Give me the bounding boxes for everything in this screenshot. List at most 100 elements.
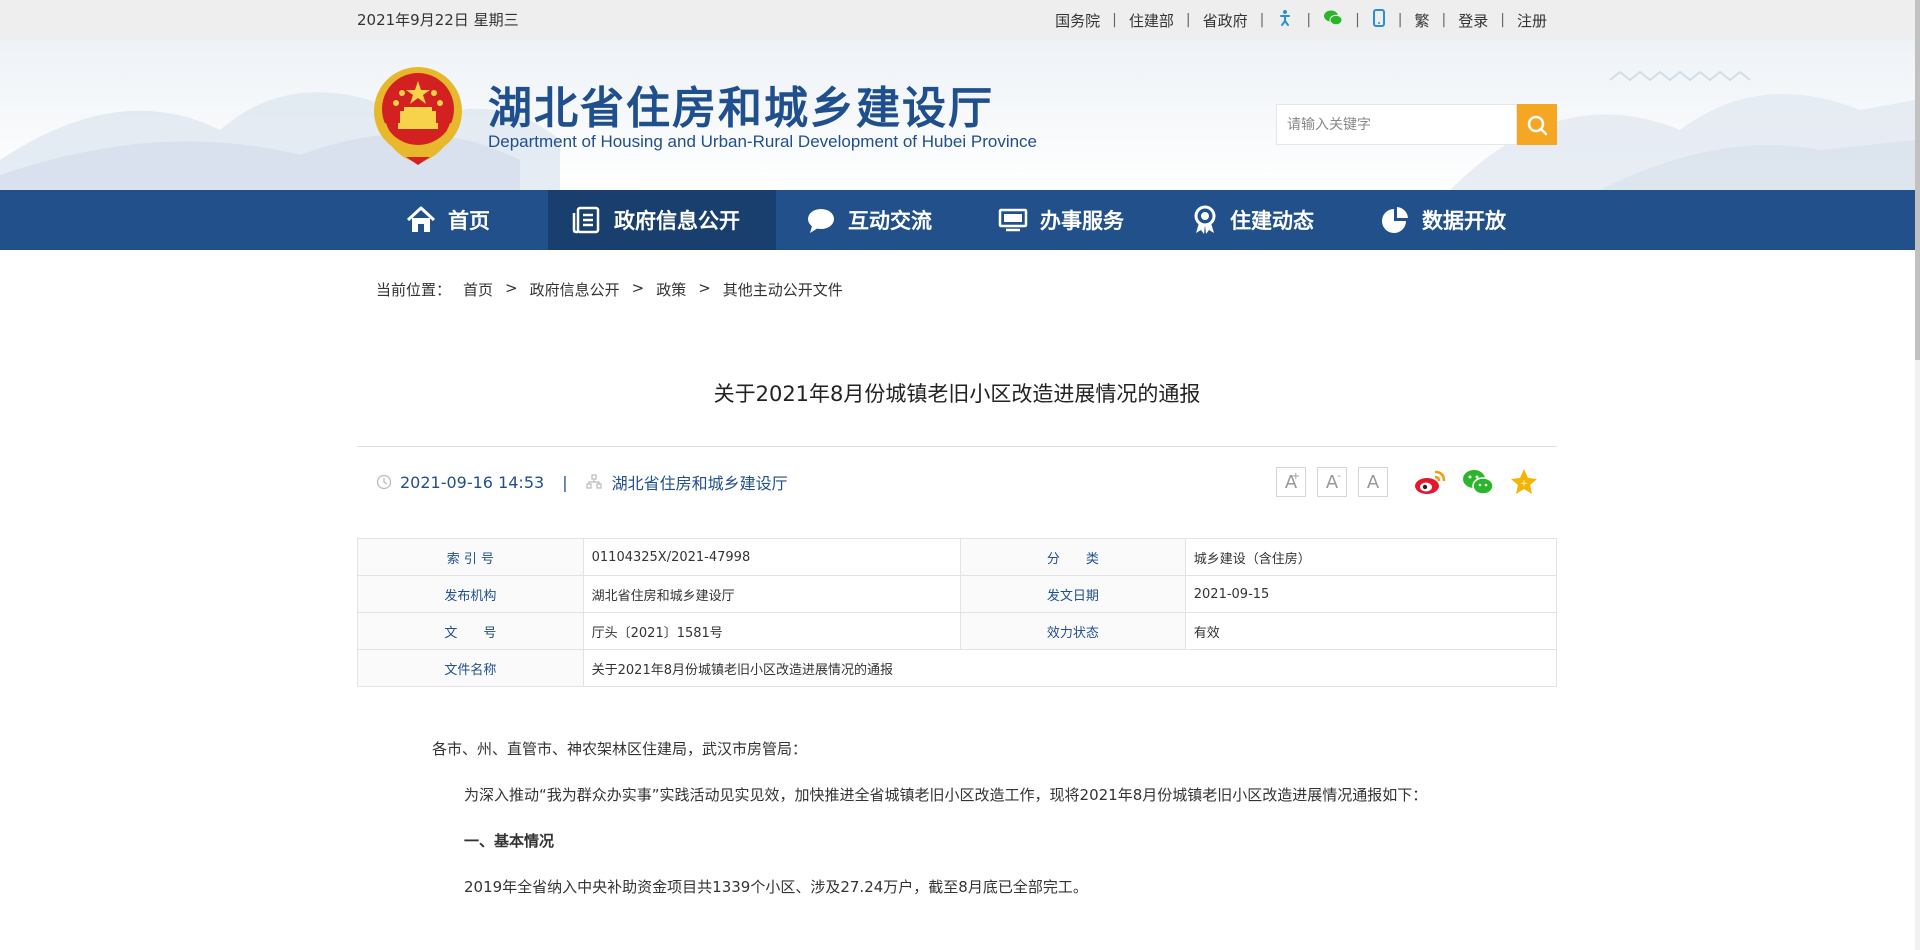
search-button[interactable]: [1517, 104, 1557, 145]
label-index-no: 索 引 号: [357, 538, 584, 576]
table-row: 发布机构 湖北省住房和城乡建设厅 发文日期 2021-09-15: [357, 575, 1558, 613]
weibo-icon[interactable]: [1413, 468, 1447, 496]
pie-chart-icon: [1382, 207, 1408, 233]
divider: |: [1185, 12, 1191, 28]
current-date: 2021年9月22日 星期三: [357, 11, 519, 29]
breadcrumb-prefix: 当前位置：: [376, 281, 452, 299]
breadcrumb-separator: >: [698, 279, 711, 297]
table-row: 文 号 厅头〔2021〕1581号 效力状态 有效: [357, 612, 1558, 650]
main-nav: 首页 政府信息公开 互动交流 办事服务 住建动态 数据开放: [0, 190, 1915, 250]
section-heading: 一、基本情况: [464, 832, 555, 850]
nav-item-home[interactable]: 首页: [406, 190, 490, 250]
table-row: 索 引 号 01104325X/2021-47998 分 类 城乡建设（含住房）: [357, 538, 1558, 576]
top-links: 国务院 | 住建部 | 省政府 | | | | 繁 | 登录 | 注册: [1055, 0, 1547, 40]
link-state-council[interactable]: 国务院: [1055, 10, 1100, 31]
document-icon: [572, 206, 600, 234]
label-doc-no: 文 号: [357, 612, 584, 650]
accessibility-icon[interactable]: [1276, 9, 1294, 31]
meta-divider: |: [562, 472, 568, 492]
chat-icon: [808, 209, 834, 233]
body-paragraph: 2019年全省纳入中央补助资金项目共1339个小区、涉及27.24万户，截至8月…: [464, 878, 1088, 896]
site-title[interactable]: 湖北省住房和城乡建设厅: [488, 72, 994, 136]
award-icon: [1194, 205, 1216, 234]
divider: |: [1112, 12, 1117, 28]
mobile-icon[interactable]: [1372, 9, 1386, 31]
breadcrumb-item-other-files[interactable]: 其他主动公开文件: [723, 279, 843, 300]
monitor-icon: [998, 208, 1028, 232]
label-issue-date: 发文日期: [960, 575, 1186, 613]
top-bar: 2021年9月22日 星期三 国务院 | 住建部 | 省政府 | | | | 繁…: [0, 0, 1915, 40]
wechat-icon[interactable]: [1323, 9, 1343, 31]
divider: |: [1259, 12, 1265, 28]
label-issuer: 发布机构: [357, 575, 584, 613]
page-scrollbar[interactable]: [1915, 0, 1920, 950]
nav-label: 住建动态: [1230, 209, 1314, 233]
breadcrumb-item-home[interactable]: 首页: [463, 279, 493, 300]
scrollbar-thumb[interactable]: [1915, 0, 1920, 360]
wechat-share-icon[interactable]: [1461, 468, 1495, 496]
nav-label: 互动交流: [848, 209, 932, 233]
intro-paragraph: 为深入推动“我为群众办实事”实践活动见实见效，加快推进全省城镇老旧小区改造工作，…: [464, 786, 1428, 804]
font-reset-label: A: [1366, 471, 1380, 493]
table-row: 文件名称 关于2021年8月份城镇老旧小区改造进展情况的通报: [357, 649, 1558, 687]
label-doc-name: 文件名称: [357, 649, 584, 687]
label-category: 分 类: [960, 538, 1186, 576]
font-decrease-label: A: [1325, 471, 1339, 493]
nav-label: 办事服务: [1040, 209, 1124, 233]
search-box: [1276, 104, 1557, 145]
nav-item-open-data[interactable]: 数据开放: [1380, 190, 1506, 250]
favorite-star-icon[interactable]: +: [1509, 467, 1539, 497]
divider: |: [1500, 12, 1505, 28]
title-divider: [357, 446, 1557, 447]
organization-icon: [585, 474, 602, 489]
font-increase-button[interactable]: A +: [1276, 467, 1306, 497]
article-body: 各市、州、直管市、神农架林区住建局，武汉市房管局： 为深入推动“我为群众办实事”…: [432, 734, 1484, 918]
article-title: 关于2021年8月份城镇老旧小区改造进展情况的通报: [713, 382, 1201, 406]
clock-icon: [376, 474, 392, 490]
nav-label: 数据开放: [1422, 209, 1506, 233]
link-register[interactable]: 注册: [1517, 10, 1547, 31]
value-doc-no: 厅头〔2021〕1581号: [582, 612, 962, 650]
home-icon: [406, 206, 436, 232]
site-header: 湖北省住房和城乡建设厅 Department of Housing and Ur…: [0, 40, 1915, 190]
nav-item-gov-info[interactable]: 政府信息公开: [548, 190, 776, 250]
article-meta: 2021-09-16 14:53 | 湖北省住房和城乡建设厅: [376, 470, 788, 494]
value-status: 有效: [1184, 612, 1558, 650]
nav-label: 首页: [448, 209, 490, 233]
salutation-paragraph: 各市、州、直管市、神农架林区住建局，武汉市房管局：: [432, 740, 808, 758]
nav-item-services[interactable]: 办事服务: [998, 190, 1124, 250]
site-subtitle: Department of Housing and Urban-Rural De…: [488, 132, 1038, 151]
link-mohurd[interactable]: 住建部: [1129, 10, 1174, 31]
search-icon: [1527, 115, 1548, 135]
nav-label: 政府信息公开: [614, 209, 740, 233]
breadcrumb-separator: >: [631, 279, 645, 297]
value-issue-date: 2021-09-15: [1184, 575, 1558, 613]
value-doc-name: 关于2021年8月份城镇老旧小区改造进展情况的通报: [582, 649, 1558, 687]
divider: |: [1397, 12, 1403, 28]
nav-item-interaction[interactable]: 互动交流: [806, 190, 932, 250]
value-issuer: 湖北省住房和城乡建设厅: [582, 575, 962, 613]
nav-item-news[interactable]: 住建动态: [1192, 190, 1314, 250]
value-index-no: 01104325X/2021-47998: [582, 538, 962, 576]
search-input[interactable]: [1276, 104, 1517, 145]
article-tools: A + A- A +: [1276, 466, 1539, 498]
divider: |: [1355, 12, 1360, 28]
label-status: 效力状态: [960, 612, 1186, 650]
publisher-name: 湖北省住房和城乡建设厅: [611, 474, 788, 493]
breadcrumb-item-policy[interactable]: 政策: [656, 279, 686, 300]
breadcrumb-item-gov-info[interactable]: 政府信息公开: [530, 279, 620, 300]
link-traditional-chinese[interactable]: 繁: [1415, 10, 1430, 31]
national-emblem-logo: [374, 67, 462, 165]
svg-text:+: +: [1520, 479, 1528, 489]
font-reset-button[interactable]: A: [1358, 467, 1388, 497]
document-info-table: 索 引 号 01104325X/2021-47998 分 类 城乡建设（含住房）…: [357, 538, 1558, 687]
link-provincial-gov[interactable]: 省政府: [1203, 10, 1248, 31]
breadcrumb: 当前位置： 首页 > 政府信息公开 > 政策 > 其他主动公开文件: [376, 279, 843, 300]
font-decrease-button[interactable]: A-: [1317, 467, 1347, 497]
breadcrumb-separator: >: [505, 279, 518, 297]
publish-datetime: 2021-09-16 14:53: [400, 472, 545, 492]
value-category: 城乡建设（含住房）: [1184, 538, 1558, 576]
divider: |: [1441, 12, 1447, 28]
link-login[interactable]: 登录: [1458, 10, 1488, 31]
divider: |: [1306, 12, 1312, 28]
